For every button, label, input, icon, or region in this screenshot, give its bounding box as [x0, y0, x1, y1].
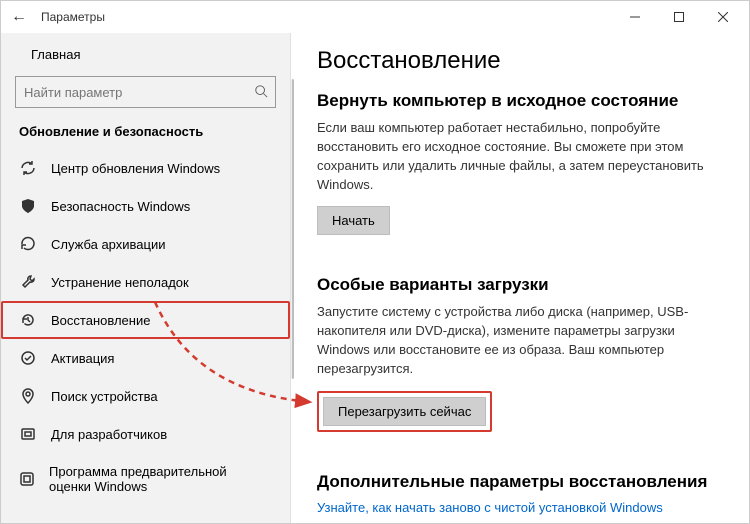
search-field[interactable]: [15, 76, 276, 108]
annotation-highlight: Перезагрузить сейчас: [317, 391, 492, 432]
section-heading-reset: Вернуть компьютер в исходное состояние: [317, 91, 727, 111]
titlebar: ← Параметры: [1, 1, 749, 33]
sidebar-home-label: Главная: [31, 47, 80, 62]
insider-icon: [19, 471, 35, 487]
sidebar-item-label: Служба архивации: [51, 237, 166, 252]
shield-icon: [19, 198, 37, 214]
sidebar-nav: Центр обновления Windows Безопасность Wi…: [1, 149, 290, 505]
page-title: Восстановление: [317, 47, 727, 75]
sidebar-item-insider[interactable]: Программа предварительной оценки Windows: [1, 453, 290, 505]
backup-icon: [19, 236, 37, 252]
search-icon: [247, 84, 275, 101]
sidebar-item-troubleshoot[interactable]: Устранение неполадок: [1, 263, 290, 301]
sidebar-item-label: Программа предварительной оценки Windows: [49, 464, 272, 494]
section-heading-advanced-startup: Особые варианты загрузки: [317, 275, 727, 295]
sidebar-item-backup[interactable]: Служба архивации: [1, 225, 290, 263]
check-icon: [19, 350, 37, 366]
sidebar-item-label: Восстановление: [51, 313, 150, 328]
history-icon: [19, 312, 37, 328]
location-icon: [19, 388, 37, 404]
sidebar-item-label: Для разработчиков: [51, 427, 167, 442]
sidebar: Главная Обновление и безопасность Центр …: [1, 33, 291, 523]
wrench-icon: [19, 274, 37, 290]
section-heading-more-recovery: Дополнительные параметры восстановления: [317, 472, 727, 492]
sidebar-item-label: Безопасность Windows: [51, 199, 190, 214]
sidebar-item-label: Центр обновления Windows: [51, 161, 220, 176]
minimize-icon: [630, 12, 640, 22]
window-title: Параметры: [41, 10, 105, 24]
close-icon: [718, 12, 728, 22]
scrollbar-thumb[interactable]: [291, 79, 294, 379]
minimize-button[interactable]: [613, 1, 657, 33]
section-body-advanced-startup: Запустите систему с устройства либо диск…: [317, 303, 727, 378]
close-button[interactable]: [701, 1, 745, 33]
sidebar-item-windows-security[interactable]: Безопасность Windows: [1, 187, 290, 225]
update-icon: [19, 160, 37, 176]
search-input[interactable]: [16, 85, 247, 100]
fresh-start-link[interactable]: Узнайте, как начать заново с чистой уста…: [317, 500, 663, 515]
sidebar-item-label: Активация: [51, 351, 114, 366]
sidebar-item-activation[interactable]: Активация: [1, 339, 290, 377]
sidebar-item-find-device[interactable]: Поиск устройства: [1, 377, 290, 415]
sidebar-home[interactable]: Главная: [1, 39, 290, 70]
sidebar-item-label: Устранение неполадок: [51, 275, 189, 290]
start-button[interactable]: Начать: [317, 206, 390, 235]
section-body-reset: Если ваш компьютер работает нестабильно,…: [317, 119, 727, 194]
maximize-button[interactable]: [657, 1, 701, 33]
maximize-icon: [674, 12, 684, 22]
restart-now-button[interactable]: Перезагрузить сейчас: [323, 397, 486, 426]
developer-icon: [19, 426, 37, 442]
sidebar-item-recovery[interactable]: Восстановление: [1, 301, 290, 339]
content-area: Восстановление Вернуть компьютер в исход…: [291, 33, 749, 523]
sidebar-item-label: Поиск устройства: [51, 389, 158, 404]
sidebar-item-windows-update[interactable]: Центр обновления Windows: [1, 149, 290, 187]
sidebar-section-heading: Обновление и безопасность: [1, 118, 290, 149]
sidebar-item-developers[interactable]: Для разработчиков: [1, 415, 290, 453]
scrollbar[interactable]: [291, 33, 297, 523]
back-button[interactable]: ←: [5, 8, 33, 26]
